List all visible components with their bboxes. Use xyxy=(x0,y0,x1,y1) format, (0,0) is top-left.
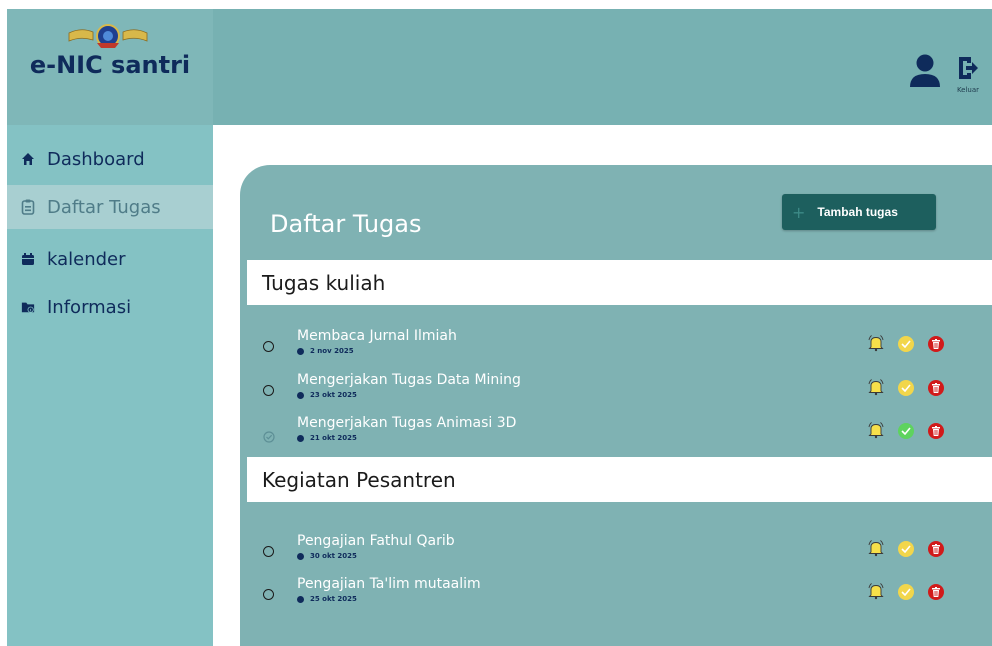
task-checkbox[interactable] xyxy=(263,385,275,397)
bell-icon[interactable] xyxy=(867,421,885,439)
task-checkbox[interactable] xyxy=(263,428,275,443)
logo-area: e-NIC santri xyxy=(7,9,213,125)
sidebar-item-label: kalender xyxy=(47,248,126,270)
delete-button[interactable] xyxy=(928,584,944,600)
task-date: 21 okt 2025 xyxy=(297,434,357,442)
circle-icon xyxy=(263,385,274,396)
task-date: 25 okt 2025 xyxy=(297,595,357,603)
task-date: 30 okt 2025 xyxy=(297,552,357,560)
check-icon xyxy=(901,588,911,596)
calendar-icon xyxy=(21,252,35,266)
task-panel: Daftar Tugas + Tambah tugas Tugas kuliah… xyxy=(240,165,992,646)
sidebar-item-informasi[interactable]: Informasi xyxy=(7,285,213,329)
delete-button[interactable] xyxy=(928,336,944,352)
trash-icon xyxy=(932,383,940,393)
sidebar-item-daftar-tugas[interactable]: Daftar Tugas xyxy=(7,185,213,229)
trash-icon xyxy=(932,426,940,436)
task-checkbox[interactable] xyxy=(263,341,275,353)
clock-icon xyxy=(297,434,304,442)
task-row: Membaca Jurnal Ilmiah 2 nov 2025 xyxy=(240,328,992,368)
logout-label: Keluar xyxy=(956,86,980,94)
clock-icon xyxy=(297,552,304,560)
sidebar: e-NIC santri Dashboard Daftar Tugas kale… xyxy=(7,9,213,646)
sidebar-item-label: Dashboard xyxy=(47,148,145,170)
plus-icon: + xyxy=(792,202,806,222)
task-checkbox[interactable] xyxy=(263,589,275,601)
task-date: 23 okt 2025 xyxy=(297,391,357,399)
folder-info-icon xyxy=(21,300,35,314)
task-title: Pengajian Fathul Qarib xyxy=(297,533,455,549)
complete-button[interactable] xyxy=(898,584,914,600)
delete-button[interactable] xyxy=(928,380,944,396)
check-icon xyxy=(901,384,911,392)
complete-button[interactable] xyxy=(898,380,914,396)
delete-button[interactable] xyxy=(928,541,944,557)
user-icon[interactable] xyxy=(908,53,942,89)
circle-icon xyxy=(263,341,274,352)
sidebar-item-label: Daftar Tugas xyxy=(47,196,161,218)
task-title: Membaca Jurnal Ilmiah xyxy=(297,328,457,344)
bell-icon[interactable] xyxy=(867,539,885,557)
section-header: Tugas kuliah xyxy=(247,260,992,305)
complete-button[interactable] xyxy=(898,336,914,352)
task-title: Mengerjakan Tugas Data Mining xyxy=(297,372,521,388)
clock-icon xyxy=(297,595,304,603)
clock-icon xyxy=(297,391,304,399)
check-icon xyxy=(901,427,911,435)
bell-icon[interactable] xyxy=(867,582,885,600)
app-frame: e-NIC santri Dashboard Daftar Tugas kale… xyxy=(7,9,992,646)
page-title: Daftar Tugas xyxy=(270,210,422,238)
delete-button[interactable] xyxy=(928,423,944,439)
trash-icon xyxy=(932,587,940,597)
task-title: Pengajian Ta'lim mutaalim xyxy=(297,576,481,592)
logout-button[interactable]: Keluar xyxy=(952,55,984,95)
circle-icon xyxy=(263,546,274,557)
task-row: Pengajian Ta'lim mutaalim 25 okt 2025 xyxy=(240,576,992,616)
task-checkbox[interactable] xyxy=(263,546,275,558)
clock-icon xyxy=(297,347,304,355)
clipboard-icon xyxy=(21,199,35,215)
check-icon xyxy=(901,340,911,348)
trash-icon xyxy=(932,339,940,349)
task-row: Mengerjakan Tugas Animasi 3D 21 okt 2025 xyxy=(240,415,992,455)
checked-circle-icon xyxy=(263,431,275,443)
complete-button[interactable] xyxy=(898,541,914,557)
bell-icon[interactable] xyxy=(867,378,885,396)
complete-button[interactable] xyxy=(898,423,914,439)
top-header: Keluar xyxy=(213,9,992,125)
trash-icon xyxy=(932,544,940,554)
section-header: Kegiatan Pesantren xyxy=(247,457,992,502)
task-date: 2 nov 2025 xyxy=(297,347,354,355)
sidebar-item-label: Informasi xyxy=(47,296,132,318)
home-icon xyxy=(21,152,35,166)
check-icon xyxy=(901,545,911,553)
task-title: Mengerjakan Tugas Animasi 3D xyxy=(297,415,517,431)
section-title: Kegiatan Pesantren xyxy=(262,467,456,492)
section-title: Tugas kuliah xyxy=(262,270,386,295)
add-task-label: Tambah tugas xyxy=(817,205,898,219)
sidebar-item-dashboard[interactable]: Dashboard xyxy=(7,137,213,181)
task-row: Mengerjakan Tugas Data Mining 23 okt 202… xyxy=(240,372,992,412)
logo-emblem xyxy=(68,24,148,48)
add-task-button[interactable]: + Tambah tugas xyxy=(782,194,936,230)
logout-icon xyxy=(959,57,978,79)
task-row: Pengajian Fathul Qarib 30 okt 2025 xyxy=(240,533,992,573)
circle-icon xyxy=(263,589,274,600)
sidebar-item-kalender[interactable]: kalender xyxy=(7,237,213,281)
app-title: e-NIC santri xyxy=(29,51,191,79)
bell-icon[interactable] xyxy=(867,334,885,352)
